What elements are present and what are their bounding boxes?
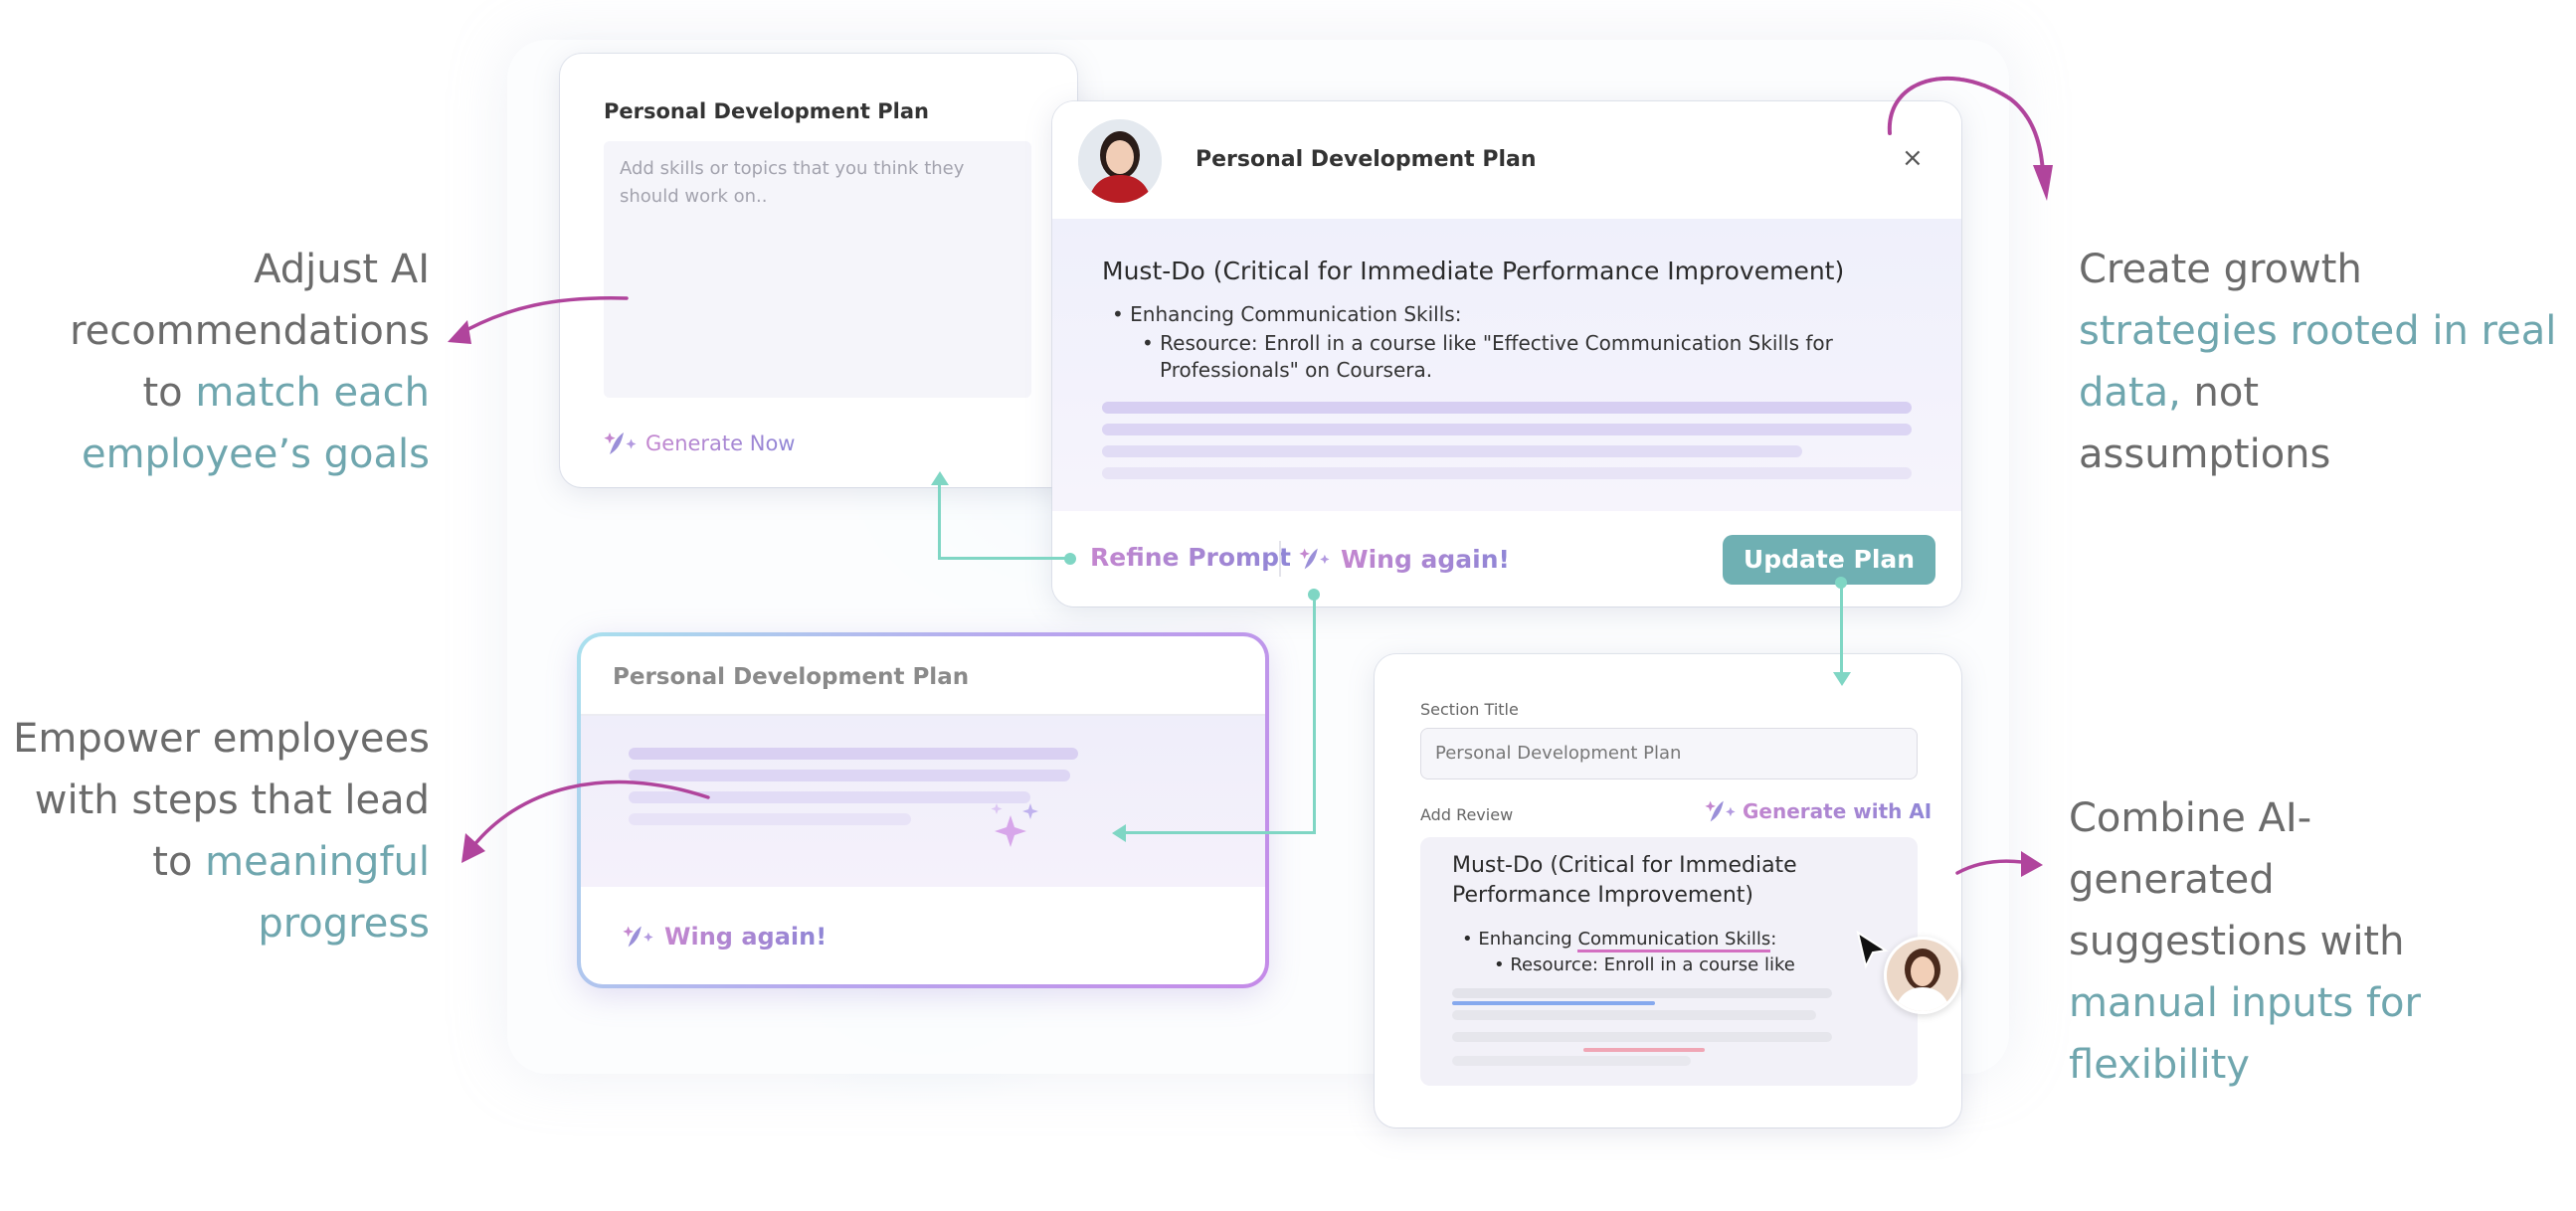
connector-line [1124, 831, 1316, 834]
plan-bullet-1-text: Enhancing Communication Skills: [1130, 302, 1462, 326]
plan-bullet-1-sub-line1: Resource: Enroll in a course like "Effec… [1160, 331, 1833, 355]
plan-bullet-1-sub-line2: Professionals" on Coursera. [1160, 358, 1433, 382]
right-caption-1-line2: strategies rooted in real [2079, 308, 2557, 354]
review-bullet-1-highlight: Communication Skills [1577, 929, 1771, 952]
loading-wing-again-button[interactable]: Wing again! [623, 917, 827, 956]
placeholder-bar [1452, 1001, 1655, 1005]
wing-again-label: Wing again! [1341, 544, 1510, 574]
connector-arrowhead [931, 471, 949, 485]
placeholder-bar [1452, 988, 1832, 998]
section-title-input[interactable]: Personal Development Plan [1420, 728, 1918, 779]
generate-with-ai-button[interactable]: Generate with AI [1705, 793, 1932, 829]
section-title-value: Personal Development Plan [1435, 743, 1682, 764]
left-caption-2-line2: with steps that lead [34, 778, 430, 823]
plan-footer: Refine Prompt Wing again! Update Plan [1052, 511, 1961, 606]
right-caption-2-line1: Combine AI- [2069, 795, 2312, 841]
right-caption-1-line4: assumptions [2079, 432, 2331, 477]
placeholder-bar [1452, 1010, 1816, 1020]
right-caption-2-line2: generated [2069, 857, 2275, 903]
placeholder-bar [1452, 1056, 1691, 1066]
wing-again-button[interactable]: Wing again! [1299, 537, 1510, 581]
sparkle-icon [604, 432, 637, 454]
connector-arrowhead [1112, 824, 1126, 842]
left-caption-1: Adjust AI recommendations to match each … [70, 239, 430, 485]
plan-card-title: Personal Development Plan [1196, 147, 1537, 172]
connector-arrowhead [1833, 672, 1851, 686]
left-caption-2-line1: Empower employees [13, 716, 430, 762]
placeholder-bar [1583, 1048, 1705, 1052]
footer-divider [1279, 541, 1281, 577]
left-caption-1-line3-accent: match each [195, 370, 430, 416]
curved-arrow-icon [1955, 851, 2043, 877]
skills-textarea[interactable]: Add skills or topics that you think they… [604, 141, 1031, 398]
review-heading: Must-Do (Critical for Immediate Performa… [1452, 851, 1797, 911]
right-caption-2-line4: manual inputs for [2069, 980, 2421, 1026]
right-caption-2-line5: flexibility [2069, 1042, 2250, 1088]
placeholder-bar [629, 748, 1078, 760]
skills-textarea-placeholder: Add skills or topics that you think they… [620, 158, 965, 207]
plan-heading: Must-Do (Critical for Immediate Performa… [1102, 257, 1845, 285]
generate-with-ai-label: Generate with AI [1743, 799, 1932, 823]
connector-line [938, 557, 1070, 560]
generate-now-button[interactable]: Generate Now [604, 424, 796, 463]
sparkles-icon [991, 803, 1038, 847]
avatar [1078, 119, 1162, 203]
loading-card-title: Personal Development Plan [613, 664, 970, 690]
right-caption-1: Create growth strategies rooted in real … [2079, 239, 2556, 485]
left-caption-1-line4: employee’s goals [81, 432, 430, 477]
left-caption-2-line4: progress [258, 901, 430, 947]
review-bullet-1-sub-text: Resource: Enroll in a course like [1510, 954, 1795, 975]
review-heading-line1: Must-Do (Critical for Immediate [1452, 853, 1797, 878]
review-bullet-1-suffix: : [1770, 929, 1777, 950]
review-heading-line2: Performance Improvement) [1452, 883, 1753, 908]
right-caption-1-line3-accent: data, [2079, 370, 2181, 416]
curved-arrow-icon [448, 296, 629, 344]
refine-prompt-button[interactable]: Refine Prompt [1090, 543, 1291, 572]
sparkle-icon [1299, 548, 1330, 570]
curved-arrow-icon [461, 779, 710, 863]
left-caption-2-line3-accent: meaningful [205, 839, 430, 885]
connector-line [1313, 597, 1316, 833]
add-review-label: Add Review [1420, 805, 1514, 824]
placeholder-bar [1452, 1032, 1832, 1042]
sparkle-icon [623, 926, 653, 948]
right-caption-1-line1: Create growth [2079, 247, 2362, 292]
right-caption-2-line3: suggestions with [2069, 919, 2405, 964]
generate-card-title: Personal Development Plan [604, 99, 929, 123]
review-bullet-1: • Enhancing Communication Skills: [1462, 929, 1777, 952]
left-caption-1-line3-plain: to [142, 370, 196, 416]
plan-header: Personal Development Plan × [1052, 101, 1961, 219]
collaborator-avatar [1884, 937, 1961, 1014]
edit-card: Section Title Personal Development Plan … [1375, 654, 1961, 1127]
placeholder-bar [1102, 445, 1802, 457]
sparkle-icon [1705, 800, 1736, 822]
left-caption-1-line2: recommendations [70, 308, 430, 354]
review-bullet-1-sub: • Resource: Enroll in a course like [1494, 954, 1795, 975]
review-bullet-1-prefix: Enhancing [1478, 929, 1578, 950]
connector-line [938, 481, 941, 559]
left-caption-2-line3-plain: to [152, 839, 206, 885]
plan-bullet-1-sub: • Resource: Enroll in a course like "Eff… [1142, 331, 1833, 382]
plan-card: Personal Development Plan × Must-Do (Cri… [1052, 101, 1961, 606]
right-caption-2: Combine AI- generated suggestions with m… [2069, 787, 2421, 1096]
generate-now-label: Generate Now [645, 432, 796, 455]
update-plan-button[interactable]: Update Plan [1723, 535, 1935, 585]
placeholder-bar [1102, 402, 1912, 414]
plan-bullet-1: • Enhancing Communication Skills: [1112, 302, 1462, 326]
placeholder-bar [1102, 467, 1912, 479]
plan-content: Must-Do (Critical for Immediate Performa… [1052, 219, 1961, 511]
right-caption-1-line3-plain: not [2180, 370, 2260, 416]
placeholder-bar [1102, 424, 1912, 435]
generate-card: Personal Development Plan Add skills or … [560, 54, 1077, 487]
left-caption-2: Empower employees with steps that lead t… [13, 708, 430, 954]
connector-dot [1064, 553, 1076, 565]
left-caption-1-line1: Adjust AI [254, 247, 430, 292]
review-editor[interactable]: Must-Do (Critical for Immediate Performa… [1420, 837, 1918, 1086]
section-title-label: Section Title [1420, 700, 1519, 719]
loading-wing-again-label: Wing again! [664, 923, 828, 951]
connector-line [1840, 583, 1843, 676]
curved-arrow-icon [1887, 76, 2053, 201]
